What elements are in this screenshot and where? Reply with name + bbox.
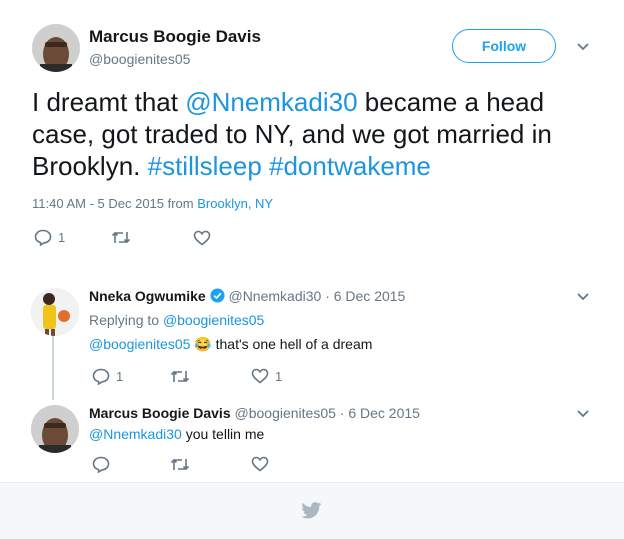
reply-text: @boogienites05 😂 that's one hell of a dr… [89, 336, 372, 353]
author-avatar[interactable] [32, 24, 80, 72]
reply-author-handle[interactable]: @Nnemkadi30 [228, 288, 321, 304]
tweet-text-space [262, 151, 269, 181]
embed-footer [0, 482, 624, 539]
retweet-icon [170, 458, 190, 471]
heart-icon [251, 368, 269, 384]
author-name[interactable]: Marcus Boogie Davis [89, 27, 261, 47]
author-handle[interactable]: @boogienites05 [89, 51, 190, 67]
heart-icon [193, 230, 211, 246]
reply-header: Nneka Ogwumike @Nnemkadi30 · 6 Dec 2015 [89, 288, 405, 304]
retweet-icon [111, 231, 131, 244]
reply-icon [34, 229, 52, 246]
reply-date[interactable]: · 6 Dec 2015 [340, 405, 420, 421]
tweet-timestamp: 11:40 AM - 5 Dec 2015 from Brooklyn, NY [32, 196, 273, 211]
like-count: 1 [275, 368, 283, 384]
reply-text: @Nnemkadi30 you tellin me [89, 426, 264, 442]
thread-connector [52, 336, 54, 400]
like-button[interactable]: 1 [251, 368, 282, 384]
tweet-text-part: I dreamt that [32, 87, 186, 117]
reply-count: 1 [116, 369, 124, 384]
verified-badge-icon [210, 288, 225, 303]
reply-icon [92, 368, 110, 385]
reply-text-content: that's one hell of a dream [211, 336, 373, 352]
replying-to-label: Replying to [89, 312, 163, 328]
reply-header: Marcus Boogie Davis @boogienites05 · 6 D… [89, 405, 420, 421]
reply-icon [92, 456, 110, 473]
reply-button[interactable]: 1 [92, 368, 123, 385]
reply-text-content: you tellin me [181, 426, 265, 442]
mention-link[interactable]: @Nnemkadi30 [89, 426, 182, 442]
reply-date[interactable]: · 6 Dec 2015 [325, 288, 405, 304]
reply-author-name[interactable]: Nneka Ogwumike [89, 288, 206, 304]
reply-avatar[interactable] [31, 405, 79, 453]
replying-to-link[interactable]: @boogienites05 [163, 312, 264, 328]
replying-to: Replying to @boogienites05 [89, 312, 264, 328]
avatar-image [31, 405, 79, 453]
follow-button[interactable]: Follow [452, 29, 556, 63]
mention-link[interactable]: @boogienites05 [89, 336, 190, 352]
chevron-down-icon[interactable] [576, 409, 590, 419]
retweet-button[interactable] [170, 457, 190, 472]
timestamp-text[interactable]: 11:40 AM - 5 Dec 2015 from [32, 196, 197, 211]
heart-icon [251, 456, 269, 472]
reply-author-handle[interactable]: @boogienites05 [235, 405, 336, 421]
location-link[interactable]: Brooklyn, NY [197, 196, 273, 211]
reply-button[interactable] [92, 456, 110, 473]
retweet-icon [170, 370, 190, 383]
reply-button[interactable]: 1 [34, 229, 65, 246]
laughing-emoji-icon: 😂 [194, 336, 212, 352]
reply-author-name[interactable]: Marcus Boogie Davis [89, 405, 231, 421]
like-button[interactable] [251, 456, 269, 472]
tweet-text: I dreamt that @Nnemkadi30 became a head … [32, 86, 602, 182]
twitter-bird-icon[interactable] [301, 502, 322, 519]
avatar-image [32, 24, 80, 72]
retweet-button[interactable] [170, 369, 190, 384]
reply-avatar[interactable] [31, 288, 79, 336]
like-button[interactable] [193, 230, 211, 246]
retweet-button[interactable] [111, 230, 131, 245]
hashtag-link[interactable]: #stillsleep [148, 151, 262, 181]
mention-link[interactable]: @Nnemkadi30 [185, 87, 357, 117]
reply-count: 1 [58, 230, 66, 245]
chevron-down-icon[interactable] [576, 42, 590, 52]
chevron-down-icon[interactable] [576, 292, 590, 302]
hashtag-link[interactable]: #dontwakeme [269, 151, 431, 181]
avatar-image [31, 288, 79, 336]
